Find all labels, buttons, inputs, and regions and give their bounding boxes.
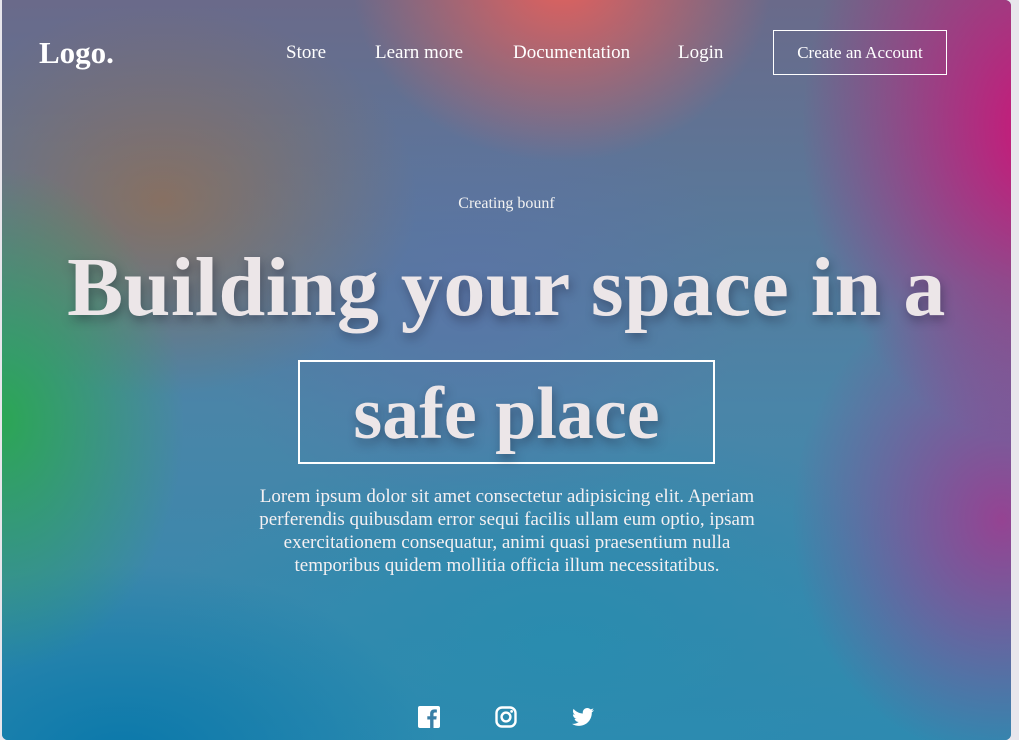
hero-headline: Building your space in a xyxy=(67,241,946,334)
nav-link-login[interactable]: Login xyxy=(678,42,723,64)
instagram-icon[interactable] xyxy=(494,705,518,729)
create-account-button[interactable]: Create an Account xyxy=(773,30,947,75)
hero-highlight-box: safe place xyxy=(298,360,715,464)
nav-link-learn-more[interactable]: Learn more xyxy=(375,42,463,64)
hero-highlight-text: safe place xyxy=(353,373,660,455)
hero-eyebrow: Creating bounf xyxy=(458,195,555,212)
facebook-icon[interactable] xyxy=(417,705,441,729)
twitter-icon[interactable] xyxy=(571,705,595,729)
logo[interactable]: Logo. xyxy=(39,34,114,72)
nav-link-store[interactable]: Store xyxy=(286,42,326,64)
nav-link-documentation[interactable]: Documentation xyxy=(513,42,630,64)
top-navigation: Logo. Store Learn more Documentation Log… xyxy=(2,0,1011,106)
social-links xyxy=(2,705,1011,731)
page-frame: Logo. Store Learn more Documentation Log… xyxy=(2,0,1011,740)
hero-description: Lorem ipsum dolor sit amet consectetur a… xyxy=(259,486,755,576)
